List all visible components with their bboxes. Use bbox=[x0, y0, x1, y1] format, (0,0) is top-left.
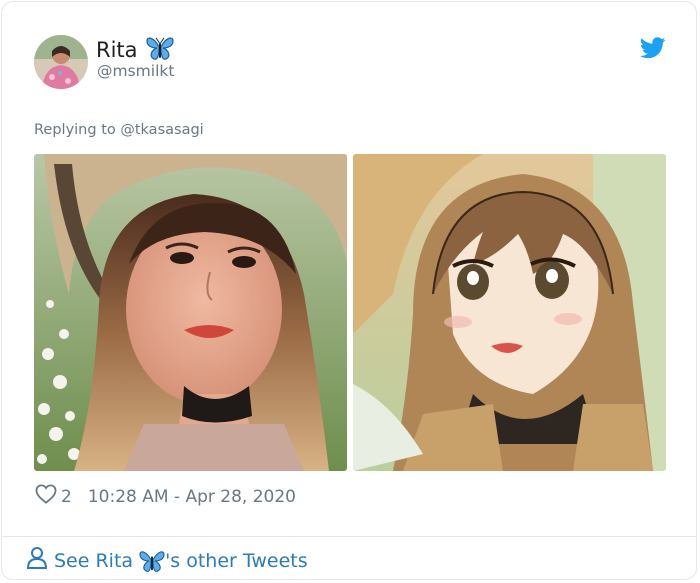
name-row[interactable]: Rita bbox=[96, 35, 174, 65]
avatar[interactable] bbox=[34, 35, 88, 89]
reply-context: Replying to @tkasasagi bbox=[34, 122, 204, 138]
divider bbox=[2, 536, 696, 537]
heart-outline-icon[interactable] bbox=[35, 484, 57, 509]
twitter-bird-icon[interactable] bbox=[639, 37, 666, 59]
see-other-tweets-link[interactable]: See Rita 's other Tweets bbox=[26, 546, 308, 575]
see-suffix: 's other Tweets bbox=[165, 549, 308, 572]
see-prefix: See Rita bbox=[54, 549, 134, 572]
see-link-text[interactable]: See Rita 's other Tweets bbox=[54, 549, 308, 573]
tweet-card: Rita @msmilkt Replying to @tkasasagi 2 1… bbox=[1, 1, 697, 580]
tweet-meta: 2 10:28 AM - Apr 28, 2020 bbox=[35, 484, 296, 509]
display-name[interactable]: Rita bbox=[96, 37, 138, 63]
tweet-timestamp[interactable]: 10:28 AM - Apr 28, 2020 bbox=[88, 487, 296, 507]
reply-to-handle[interactable]: @tkasasagi bbox=[120, 122, 203, 138]
butterfly-icon bbox=[139, 549, 165, 573]
user-handle[interactable]: @msmilkt bbox=[97, 62, 174, 80]
reply-prefix: Replying to bbox=[34, 122, 116, 138]
butterfly-icon bbox=[145, 35, 174, 65]
person-icon bbox=[26, 546, 48, 575]
like-count[interactable]: 2 bbox=[61, 487, 72, 507]
tweet-photo-anime[interactable] bbox=[353, 154, 666, 471]
tweet-photo-original[interactable] bbox=[34, 154, 347, 471]
